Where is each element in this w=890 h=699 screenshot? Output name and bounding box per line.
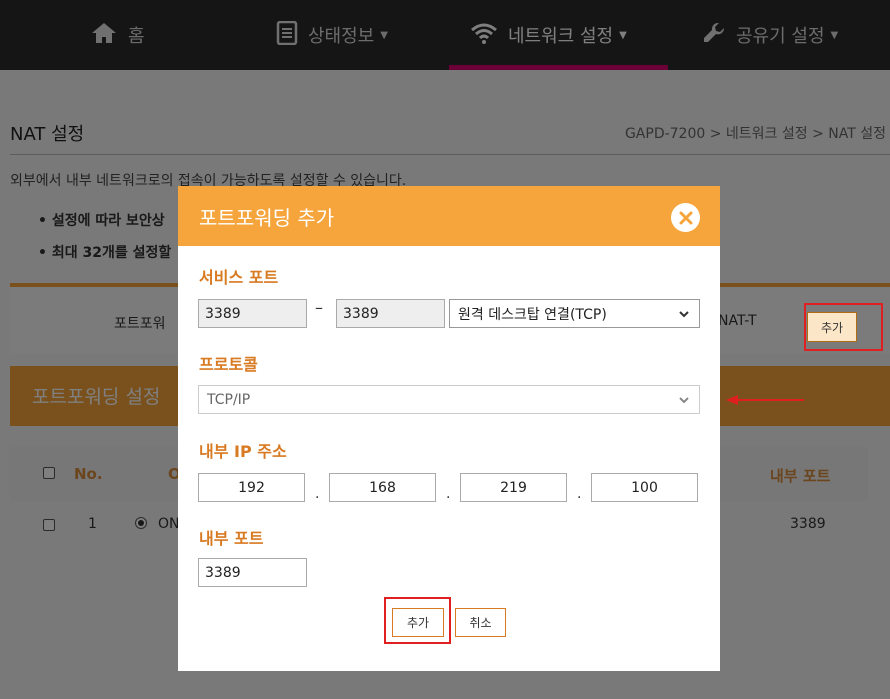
ip-dot: .: [577, 486, 582, 502]
ip-octet-3-input[interactable]: 219: [460, 473, 567, 502]
highlight-box: [804, 303, 883, 351]
internal-port-label: 내부 포트: [199, 529, 264, 548]
dialog-title: 포트포워딩 추가: [199, 206, 335, 230]
ip-dot: .: [446, 486, 451, 502]
ip-octet-1-input[interactable]: 192: [198, 473, 305, 502]
service-preset-select[interactable]: 원격 데스크탑 연결(TCP): [449, 299, 700, 328]
internal-port-input[interactable]: 3389: [198, 558, 307, 587]
close-button[interactable]: [671, 203, 700, 232]
ip-octet-2-input[interactable]: 168: [329, 473, 436, 502]
port-forward-add-dialog: 포트포워딩 추가 서비스 포트 3389 – 3389 원격 데스크탑 연결(T…: [178, 186, 720, 671]
range-separator: –: [315, 298, 323, 317]
dialog-header: 포트포워딩 추가: [178, 186, 720, 246]
protocol-value: TCP/IP: [207, 391, 251, 408]
service-port-start-input[interactable]: 3389: [198, 299, 307, 328]
chevron-down-icon: [679, 310, 689, 317]
ip-dot: .: [315, 486, 320, 502]
protocol-select[interactable]: TCP/IP: [198, 385, 700, 414]
protocol-label: 프로토콜: [199, 355, 258, 374]
annotation-arrow: [738, 399, 804, 401]
arrow-left-icon: [726, 395, 738, 405]
service-port-end-input[interactable]: 3389: [336, 299, 445, 328]
service-port-label: 서비스 포트: [199, 268, 279, 287]
cancel-button[interactable]: 취소: [455, 608, 506, 637]
ip-octet-4-input[interactable]: 100: [591, 473, 698, 502]
chevron-down-icon: [679, 396, 689, 403]
close-icon: [679, 211, 692, 224]
service-preset-value: 원격 데스크탑 연결(TCP): [458, 306, 607, 323]
highlight-box: [384, 597, 451, 644]
internal-ip-label: 내부 IP 주소: [199, 442, 287, 461]
